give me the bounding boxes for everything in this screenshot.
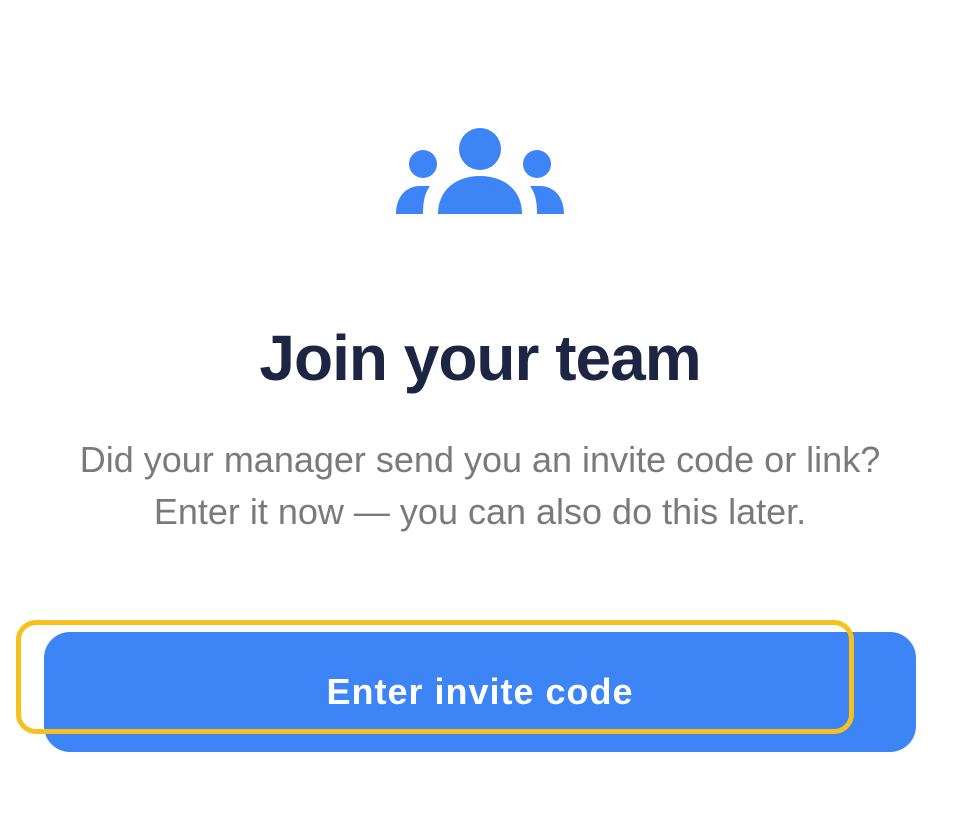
page-title: Join your team	[259, 322, 701, 394]
team-icon	[396, 128, 564, 214]
enter-invite-code-button[interactable]: Enter invite code	[44, 632, 916, 752]
enter-invite-code-label: Enter invite code	[326, 671, 634, 712]
page-subtitle: Did your manager send you an invite code…	[79, 439, 881, 532]
join-team-screen: Join your team Did your manager send you…	[0, 0, 960, 821]
